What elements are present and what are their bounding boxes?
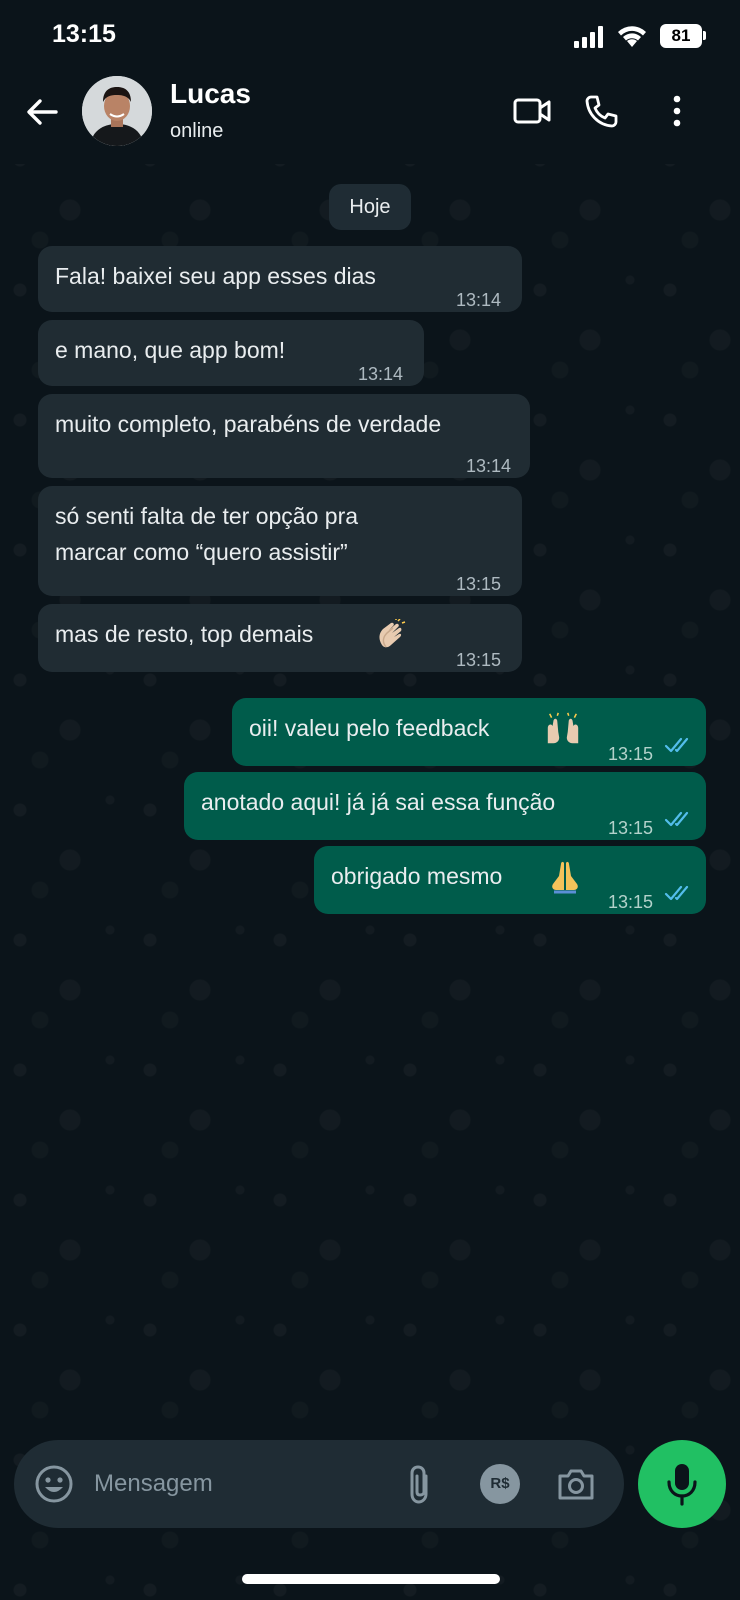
contact-status: online: [170, 120, 224, 142]
camera-icon[interactable]: [556, 1464, 596, 1504]
message-input[interactable]: [94, 1462, 394, 1506]
attach-icon[interactable]: [404, 1464, 436, 1504]
message-time: 13:15: [608, 744, 654, 764]
contact-name[interactable]: Lucas: [170, 78, 251, 110]
read-receipt-icon: [664, 885, 689, 901]
message-time: 13:15: [608, 818, 654, 838]
message-text: e mano, que app bom!: [55, 337, 286, 363]
message-text: Fala! baixei seu app esses dias: [55, 263, 376, 289]
chat-header: Lucas online: [0, 72, 740, 164]
wifi-icon: [618, 26, 646, 47]
battery-icon: [703, 31, 706, 40]
outgoing-message[interactable]: oii! valeu pelo feedback 13:15: [232, 698, 706, 766]
status-time: 13:15: [52, 20, 116, 48]
read-receipt-icon: [664, 811, 689, 827]
more-options-icon[interactable]: [662, 94, 692, 128]
message-text: obrigado mesmo: [331, 863, 503, 889]
message-text-line-1: só senti falta de ter opção pra: [55, 503, 359, 529]
voice-message-button[interactable]: [638, 1440, 726, 1528]
battery-level: 81: [660, 24, 702, 48]
message-time: 13:14: [456, 290, 502, 310]
message-text: anotado aqui! já já sai essa função: [201, 789, 556, 815]
message-time: 13:15: [456, 574, 502, 594]
video-call-icon[interactable]: [512, 94, 552, 128]
clapping-hands-emoji-icon: [379, 619, 406, 648]
incoming-message[interactable]: mas de resto, top demais 13:15: [38, 604, 522, 672]
contact-avatar[interactable]: [82, 76, 152, 146]
message-text: oii! valeu pelo feedback: [249, 715, 490, 741]
folded-hands-emoji-icon: [552, 861, 578, 894]
incoming-message[interactable]: e mano, que app bom! 13:14: [38, 320, 424, 386]
voice-call-icon[interactable]: [584, 94, 618, 128]
message-time: 13:15: [608, 892, 654, 912]
incoming-message[interactable]: muito completo, parabéns de verdade 13:1…: [38, 394, 530, 478]
microphone-icon: [667, 1464, 697, 1506]
incoming-message[interactable]: Fala! baixei seu app esses dias 13:14: [38, 246, 522, 312]
incoming-message[interactable]: só senti falta de ter opção pra marcar c…: [38, 486, 522, 596]
date-chip: Hoje: [329, 184, 411, 230]
back-arrow-icon[interactable]: [24, 94, 60, 130]
message-text: mas de resto, top demais: [55, 621, 314, 647]
message-text-line-2: marcar como “quero assistir”: [55, 539, 348, 565]
signal-icon: [574, 26, 604, 48]
outgoing-message[interactable]: obrigado mesmo 13:15: [314, 846, 706, 914]
status-bar: 13:15 81: [0, 0, 740, 72]
message-time: 13:15: [456, 650, 502, 670]
home-indicator[interactable]: [242, 1574, 500, 1584]
message-time: 13:14: [358, 364, 404, 384]
message-time: 13:14: [466, 456, 512, 476]
emoji-picker-icon[interactable]: [34, 1464, 74, 1504]
raising-hands-emoji-icon: [547, 712, 579, 744]
payment-icon[interactable]: R$: [480, 1464, 520, 1504]
message-composer: R$: [14, 1440, 624, 1528]
outgoing-message[interactable]: anotado aqui! já já sai essa função 13:1…: [184, 772, 706, 840]
message-text: muito completo, parabéns de verdade: [55, 411, 442, 437]
read-receipt-icon: [664, 737, 689, 753]
